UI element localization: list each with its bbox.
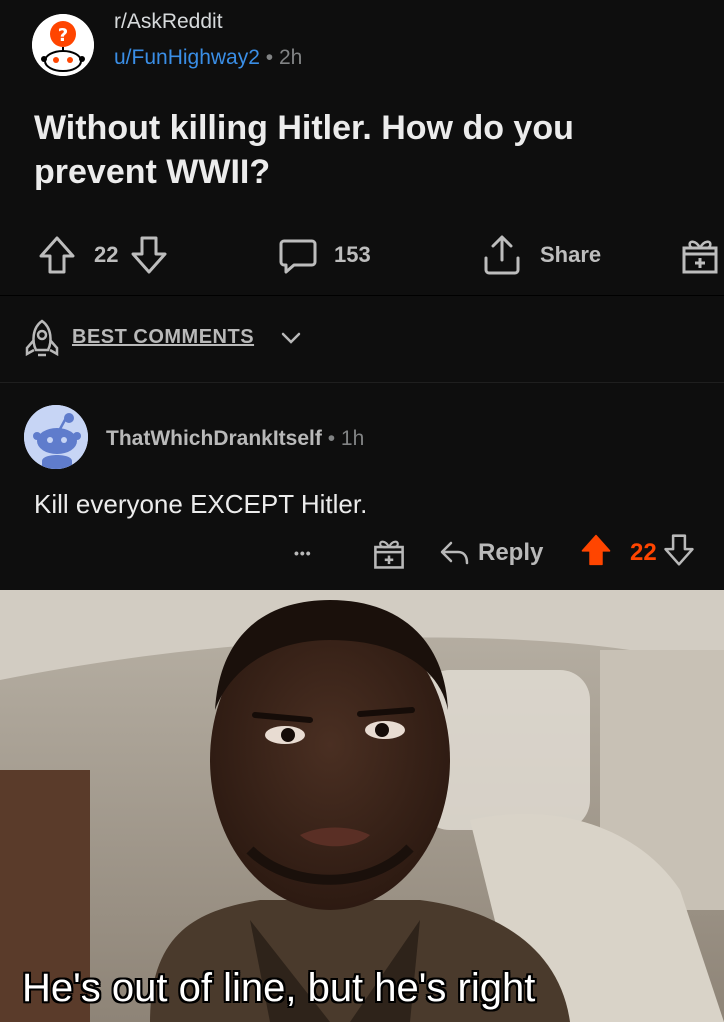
comment-body: Kill everyone EXCEPT Hitler.	[34, 489, 368, 519]
post-vote-group: 22	[38, 232, 168, 278]
comment-author-line: ThatWhichDrankItself • 1h	[106, 427, 364, 451]
post-age: 2h	[278, 46, 303, 69]
sort-dropdown[interactable]	[280, 330, 302, 351]
gift-award-icon	[682, 240, 718, 274]
comment-downvote-button[interactable]	[663, 533, 695, 574]
share-button[interactable]: Share	[482, 232, 601, 278]
downvote-button[interactable]	[130, 235, 168, 275]
meta-separator: •	[265, 46, 274, 69]
rocket-icon	[25, 319, 59, 357]
reply-label: Reply	[478, 539, 544, 566]
upvote-arrow-icon	[39, 236, 75, 274]
comment-bubble-icon	[279, 239, 317, 274]
downvote-arrow-icon	[663, 533, 694, 566]
comment-author[interactable]: ThatWhichDrankItself	[106, 427, 322, 450]
meme-photo	[0, 590, 724, 1022]
award-button[interactable]	[680, 232, 720, 278]
post-author[interactable]: u/FunHighway2	[114, 46, 260, 69]
comment-vote-group: 22	[580, 533, 695, 573]
comment-avatar[interactable]	[24, 405, 88, 469]
gift-award-icon	[374, 540, 404, 569]
snoo-avatar-icon	[24, 405, 88, 469]
subreddit-name[interactable]: r/AskReddit	[114, 10, 223, 34]
upvote-filled-icon	[581, 534, 611, 565]
comment-sort-bar: BEST COMMENTS	[0, 295, 724, 384]
post-vote-count: 22	[94, 242, 119, 267]
meme-caption: He's out of line, but he's right	[22, 966, 536, 1010]
comment-count: 153	[334, 242, 371, 267]
sort-label[interactable]: BEST COMMENTS	[72, 326, 254, 349]
comment-award-button[interactable]	[372, 533, 406, 573]
downvote-arrow-icon	[131, 236, 167, 274]
comment-upvote-button[interactable]	[580, 533, 612, 574]
more-options-button[interactable]: •••	[294, 533, 312, 573]
chevron-down-icon	[281, 332, 301, 344]
comments-button[interactable]: 153	[278, 232, 371, 278]
comment-vote-count: 22	[630, 539, 657, 566]
svg-text:?: ?	[58, 25, 68, 46]
comment-card: ThatWhichDrankItself • 1h Kill everyone …	[0, 383, 724, 590]
comment-separator: •	[327, 427, 336, 450]
reply-arrow-icon	[440, 541, 469, 565]
share-icon	[484, 235, 520, 275]
reply-button[interactable]: Reply	[438, 533, 543, 573]
askreddit-logo-icon: ?	[32, 14, 94, 76]
share-label: Share	[540, 242, 602, 267]
post-meta: u/FunHighway2 • 2h	[114, 46, 302, 70]
sort-button[interactable]	[24, 318, 60, 363]
post-title[interactable]: Without killing Hitler. How do you preve…	[34, 106, 674, 194]
comment-age: 1h	[340, 427, 365, 450]
meme-image	[0, 590, 724, 1022]
upvote-button[interactable]	[38, 235, 76, 275]
subreddit-avatar[interactable]: ?	[32, 14, 94, 76]
post-card: ? r/AskReddit u/FunHighway2 • 2h Without…	[0, 0, 724, 295]
